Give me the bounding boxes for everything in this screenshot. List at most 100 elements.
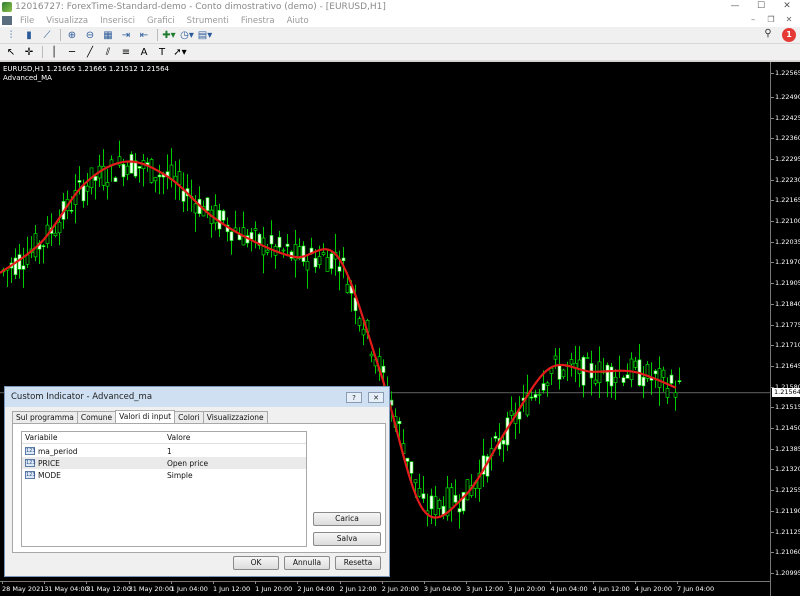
price-label: 1.21385: [771, 444, 800, 453]
cursor-icon[interactable]: ↖: [3, 45, 19, 59]
table-row[interactable]: 123 MODE Simple: [22, 469, 306, 481]
time-label: 2 Jun 04:00: [297, 581, 335, 593]
price-label: 1.21125: [771, 527, 800, 536]
time-scale[interactable]: 28 May 2021 31 May 04:00 31 May 12:00 31 Ma…: [0, 581, 770, 596]
tile-windows-icon[interactable]: ▦: [100, 28, 116, 42]
candle-body: [633, 360, 638, 368]
crosshair-icon[interactable]: ✛: [21, 45, 37, 59]
tab-inputs[interactable]: Valori di input: [115, 410, 176, 423]
candle-body: [281, 249, 286, 252]
price-label: 1.21320: [771, 465, 800, 474]
arrows-icon[interactable]: ➚▾: [172, 45, 188, 59]
line-chart-icon[interactable]: ⟋: [39, 28, 55, 42]
tab-visualization[interactable]: Visualizzazione: [202, 411, 268, 423]
ok-button[interactable]: OK: [233, 556, 279, 570]
row-value[interactable]: Open price: [165, 459, 208, 468]
candle-body: [549, 368, 554, 374]
notification-badge[interactable]: 1: [782, 28, 796, 42]
search-icon[interactable]: ⚲: [761, 28, 775, 42]
bar-chart-icon[interactable]: ⫶: [3, 28, 19, 42]
inputs-table: Variabile Valore 123 ma_period 1 123 PRICE…: [21, 431, 307, 547]
menu-insert[interactable]: Inserisci: [94, 16, 141, 26]
candle-body: [609, 366, 614, 387]
candle-body: [417, 488, 422, 497]
horizontal-line-icon[interactable]: ─: [64, 45, 80, 59]
chart-shift-icon[interactable]: ⇤: [136, 28, 152, 42]
cancel-button[interactable]: Annulla: [284, 556, 330, 570]
fibonacci-icon[interactable]: ≡: [118, 45, 134, 59]
save-button[interactable]: Salva: [313, 532, 381, 546]
dialog-close-button[interactable]: ✕: [368, 392, 384, 403]
price-label: 1.21255: [771, 486, 800, 495]
menu-window[interactable]: Finestra: [235, 16, 281, 26]
price-label: 1.21905: [771, 279, 800, 288]
mdi-close-button[interactable]: ✕: [780, 14, 798, 27]
trendline-icon[interactable]: ╱: [82, 45, 98, 59]
candle-body: [121, 163, 126, 178]
price-label: 1.22100: [771, 217, 800, 226]
help-button[interactable]: ?: [346, 392, 362, 403]
zoom-in-icon[interactable]: ⊕: [64, 28, 80, 42]
tab-about[interactable]: Sul programma: [12, 411, 78, 423]
candle-body: [413, 479, 418, 484]
candlestick-icon[interactable]: ▮: [21, 28, 37, 42]
table-row[interactable]: 123 ma_period 1: [22, 445, 306, 457]
time-label: 3 Jun 12:00: [466, 581, 504, 593]
equidistant-channel-icon[interactable]: ⫽: [100, 45, 116, 59]
close-button[interactable]: ✕: [774, 0, 800, 14]
candle-body: [41, 245, 46, 247]
minimize-button[interactable]: —: [722, 0, 748, 14]
tab-colors[interactable]: Colori: [174, 411, 204, 423]
candle-body: [585, 357, 590, 359]
candle-body: [421, 493, 426, 499]
mdi-minimize-button[interactable]: –: [744, 14, 762, 27]
price-label: 1.21970: [771, 258, 800, 267]
row-value[interactable]: Simple: [165, 471, 193, 480]
menu-file[interactable]: File: [14, 16, 40, 26]
candle-body: [157, 174, 162, 178]
time-label: 4 Jun 04:00: [550, 581, 588, 593]
zoom-out-icon[interactable]: ⊖: [82, 28, 98, 42]
candle-body: [641, 376, 646, 387]
candle-body: [13, 257, 18, 275]
text-label-icon[interactable]: T: [154, 45, 170, 59]
title-bar: 12016727: ForexTime-Standard-demo - Cont…: [0, 0, 800, 14]
indicators-icon[interactable]: ✚▾: [161, 28, 177, 42]
row-value[interactable]: 1: [165, 447, 172, 456]
price-label: 1.22035: [771, 237, 800, 246]
reset-button[interactable]: Resetta: [335, 556, 381, 570]
templates-icon[interactable]: ▤▾: [197, 28, 213, 42]
menu-tools[interactable]: Strumenti: [181, 16, 235, 26]
price-label: 1.21060: [771, 548, 800, 557]
row-variable: ma_period: [38, 446, 78, 456]
window-title: 12016727: ForexTime-Standard-demo - Cont…: [15, 2, 386, 12]
menu-charts[interactable]: Grafici: [141, 16, 181, 26]
table-row[interactable]: 123 PRICE Open price: [22, 457, 306, 469]
candle-body: [153, 177, 158, 182]
text-icon[interactable]: A: [136, 45, 152, 59]
load-button[interactable]: Carica: [313, 512, 381, 526]
price-label: 1.21840: [771, 299, 800, 308]
candle-body: [113, 177, 118, 182]
menu-help[interactable]: Aiuto: [281, 16, 315, 26]
candle-body: [465, 479, 470, 501]
maximize-button[interactable]: ☐: [748, 0, 774, 14]
candle-body: [149, 159, 154, 183]
candle-body: [277, 236, 282, 248]
dialog-title: Custom Indicator - Advanced_ma: [5, 387, 389, 407]
time-label: 2 Jun 20:00: [381, 581, 419, 593]
integer-icon: 123: [25, 447, 36, 455]
price-label: 1.22360: [771, 134, 800, 143]
candle-body: [433, 496, 438, 516]
menu-view[interactable]: Visualizza: [40, 16, 94, 26]
candle-body: [397, 420, 402, 425]
vertical-line-icon[interactable]: │: [46, 45, 62, 59]
autoscroll-icon[interactable]: ⇥: [118, 28, 134, 42]
periods-icon[interactable]: ◷▾: [179, 28, 195, 42]
price-label: 1.21775: [771, 320, 800, 329]
time-label: 2 Jun 12:00: [339, 581, 377, 593]
mdi-restore-button[interactable]: ❐: [762, 14, 780, 27]
price-scale[interactable]: 1.22565 1.22490 1.22425 1.22360 1.22295 1.222…: [770, 62, 800, 596]
candle-body: [453, 495, 458, 503]
tab-common[interactable]: Comune: [76, 411, 117, 423]
